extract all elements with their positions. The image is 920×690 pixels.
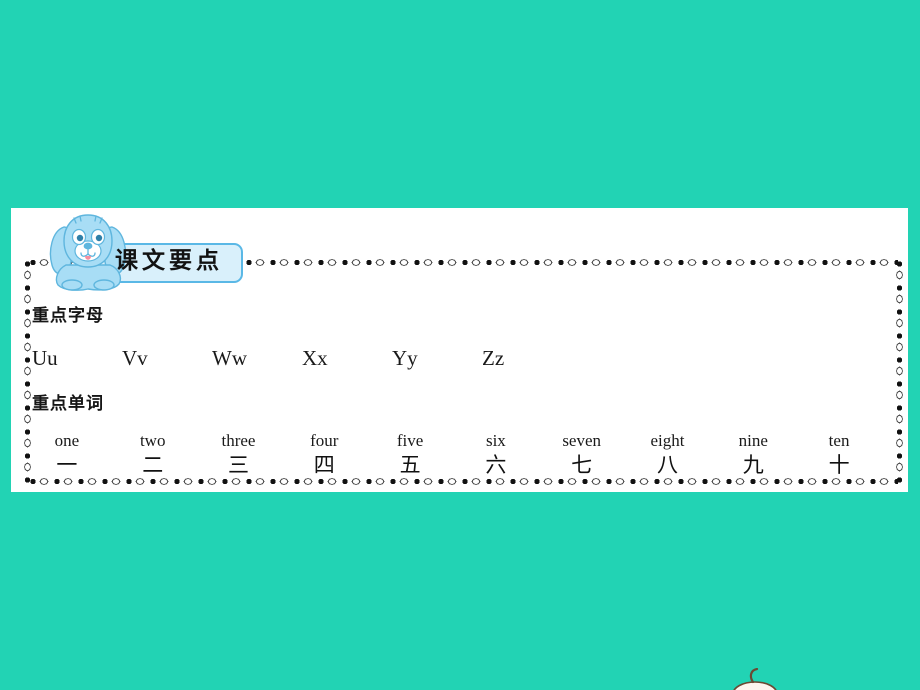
word-chinese: 五 xyxy=(399,453,421,477)
word-chinese: 二 xyxy=(142,453,164,477)
letter-item: Yy xyxy=(392,346,418,370)
word-item: six 六 xyxy=(453,430,539,479)
word-english: six xyxy=(485,431,506,450)
letter-item: Ww xyxy=(212,346,247,370)
word-item: two 二 xyxy=(110,430,196,479)
letters-section-heading: 重点字母 xyxy=(32,306,104,326)
word-chinese: 十 xyxy=(828,453,850,477)
word-item: three 三 xyxy=(196,430,282,479)
word-english: five xyxy=(396,431,424,450)
word-item: five 五 xyxy=(367,430,453,479)
letter-item: Zz xyxy=(482,346,505,370)
letter-item: Xx xyxy=(302,346,328,370)
word-chinese: 八 xyxy=(656,453,678,477)
letter-item: Uu xyxy=(32,346,58,370)
letter-item: Vv xyxy=(122,346,148,370)
word-english: two xyxy=(139,431,166,450)
letters-list: Uu Vv Ww Xx Yy Zz xyxy=(32,343,572,373)
slide-canvas: 课文要点 重点字母 重点单词 Uu Vv Ww Xx Yy Zz one 一 t… xyxy=(0,0,920,690)
word-chinese: 三 xyxy=(227,453,249,477)
section-title-label: 课文要点 xyxy=(115,248,223,274)
word-english: eight xyxy=(650,431,685,450)
word-english: one xyxy=(54,431,80,450)
word-item: seven 七 xyxy=(539,430,625,479)
word-item: eight 八 xyxy=(625,430,711,479)
border-right-decoration xyxy=(893,260,906,484)
word-item: four 四 xyxy=(281,430,367,479)
words-list: one 一 two 二 three 三 four 四 five 五 six 六 … xyxy=(24,430,882,479)
word-item: one 一 xyxy=(24,430,110,479)
word-chinese: 六 xyxy=(485,453,507,477)
word-english: four xyxy=(310,431,339,450)
word-english: three xyxy=(221,431,256,450)
cartoon-peek-icon xyxy=(733,668,777,690)
word-item: nine 九 xyxy=(710,430,796,479)
word-chinese: 四 xyxy=(313,453,335,477)
word-item: ten 十 xyxy=(796,430,882,479)
word-chinese: 一 xyxy=(56,453,78,477)
word-english: nine xyxy=(738,431,768,450)
word-english: ten xyxy=(828,431,850,450)
words-section-heading: 重点单词 xyxy=(32,394,104,414)
word-chinese: 七 xyxy=(571,453,593,477)
word-english: seven xyxy=(562,431,602,450)
word-chinese: 九 xyxy=(742,453,764,477)
